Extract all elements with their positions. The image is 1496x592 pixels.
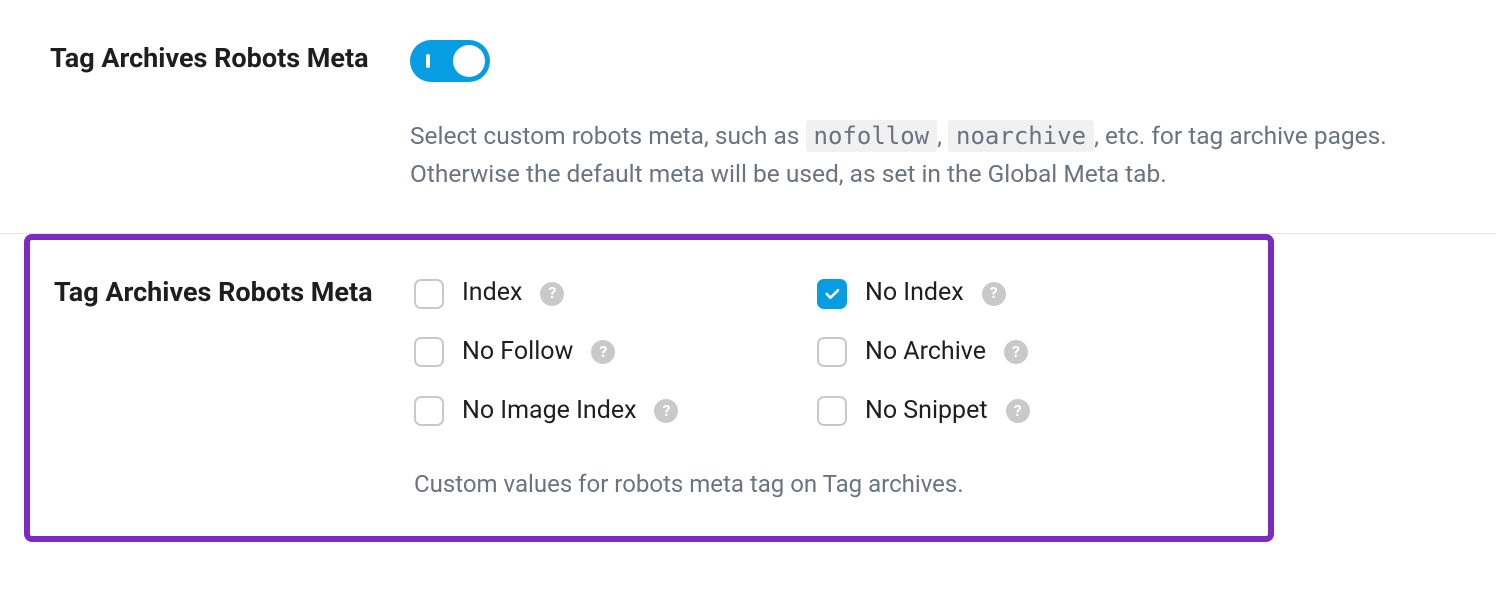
section-label-col: Tag Archives Robots Meta [54, 274, 414, 310]
section-label-col: Tag Archives Robots Meta [50, 40, 410, 76]
checkbox-label: No Index [865, 274, 964, 313]
section-title: Tag Archives Robots Meta [50, 40, 386, 76]
code-noarchive: noarchive [948, 120, 1094, 152]
robots-meta-toggle-section: Tag Archives Robots Meta Select custom r… [0, 0, 1496, 234]
toggle-on-indicator-icon [426, 54, 430, 68]
checkbox-row-no-archive: No Archive ? [817, 333, 1196, 372]
checkbox-row-no-follow: No Follow ? [414, 333, 793, 372]
help-icon[interactable]: ? [540, 282, 564, 306]
help-icon[interactable]: ? [591, 340, 615, 364]
checkbox-row-no-image-index: No Image Index ? [414, 392, 793, 431]
help-icon[interactable]: ? [982, 282, 1006, 306]
desc-text-pre: Select custom robots meta, such as [410, 121, 806, 150]
code-nofollow: nofollow [806, 120, 938, 152]
checkbox-grid: Index ? No Index ? No Follow ? [414, 274, 1196, 430]
checkbox-section-description: Custom values for robots meta tag on Tag… [414, 466, 1196, 503]
checkbox-no-image-index[interactable] [414, 396, 444, 426]
robots-meta-checkbox-panel: Tag Archives Robots Meta Index ? No Inde… [24, 234, 1274, 541]
checkbox-label: No Archive [865, 333, 986, 372]
checkbox-label: Index [462, 274, 522, 313]
robots-meta-toggle[interactable] [410, 40, 490, 82]
checkbox-row-index: Index ? [414, 274, 793, 313]
section-title: Tag Archives Robots Meta [54, 274, 390, 310]
checkbox-no-snippet[interactable] [817, 396, 847, 426]
help-icon[interactable]: ? [654, 399, 678, 423]
checkbox-no-index[interactable] [817, 279, 847, 309]
checkbox-label: No Snippet [865, 392, 988, 431]
checkbox-index[interactable] [414, 279, 444, 309]
checkbox-label: No Image Index [462, 392, 636, 431]
check-icon [823, 285, 841, 303]
help-icon[interactable]: ? [1006, 399, 1030, 423]
checkbox-label: No Follow [462, 333, 573, 372]
checkbox-no-follow[interactable] [414, 337, 444, 367]
checkbox-row-no-index: No Index ? [817, 274, 1196, 313]
section-description: Select custom robots meta, such as nofol… [410, 117, 1448, 193]
section-content-col: Select custom robots meta, such as nofol… [410, 40, 1496, 193]
robots-meta-checkbox-section: Tag Archives Robots Meta Index ? No Inde… [54, 274, 1244, 503]
desc-sep: , [937, 121, 948, 150]
checkbox-no-archive[interactable] [817, 337, 847, 367]
help-icon[interactable]: ? [1004, 340, 1028, 364]
section-content-col: Index ? No Index ? No Follow ? [414, 274, 1244, 503]
toggle-knob-icon [453, 45, 485, 77]
checkbox-row-no-snippet: No Snippet ? [817, 392, 1196, 431]
